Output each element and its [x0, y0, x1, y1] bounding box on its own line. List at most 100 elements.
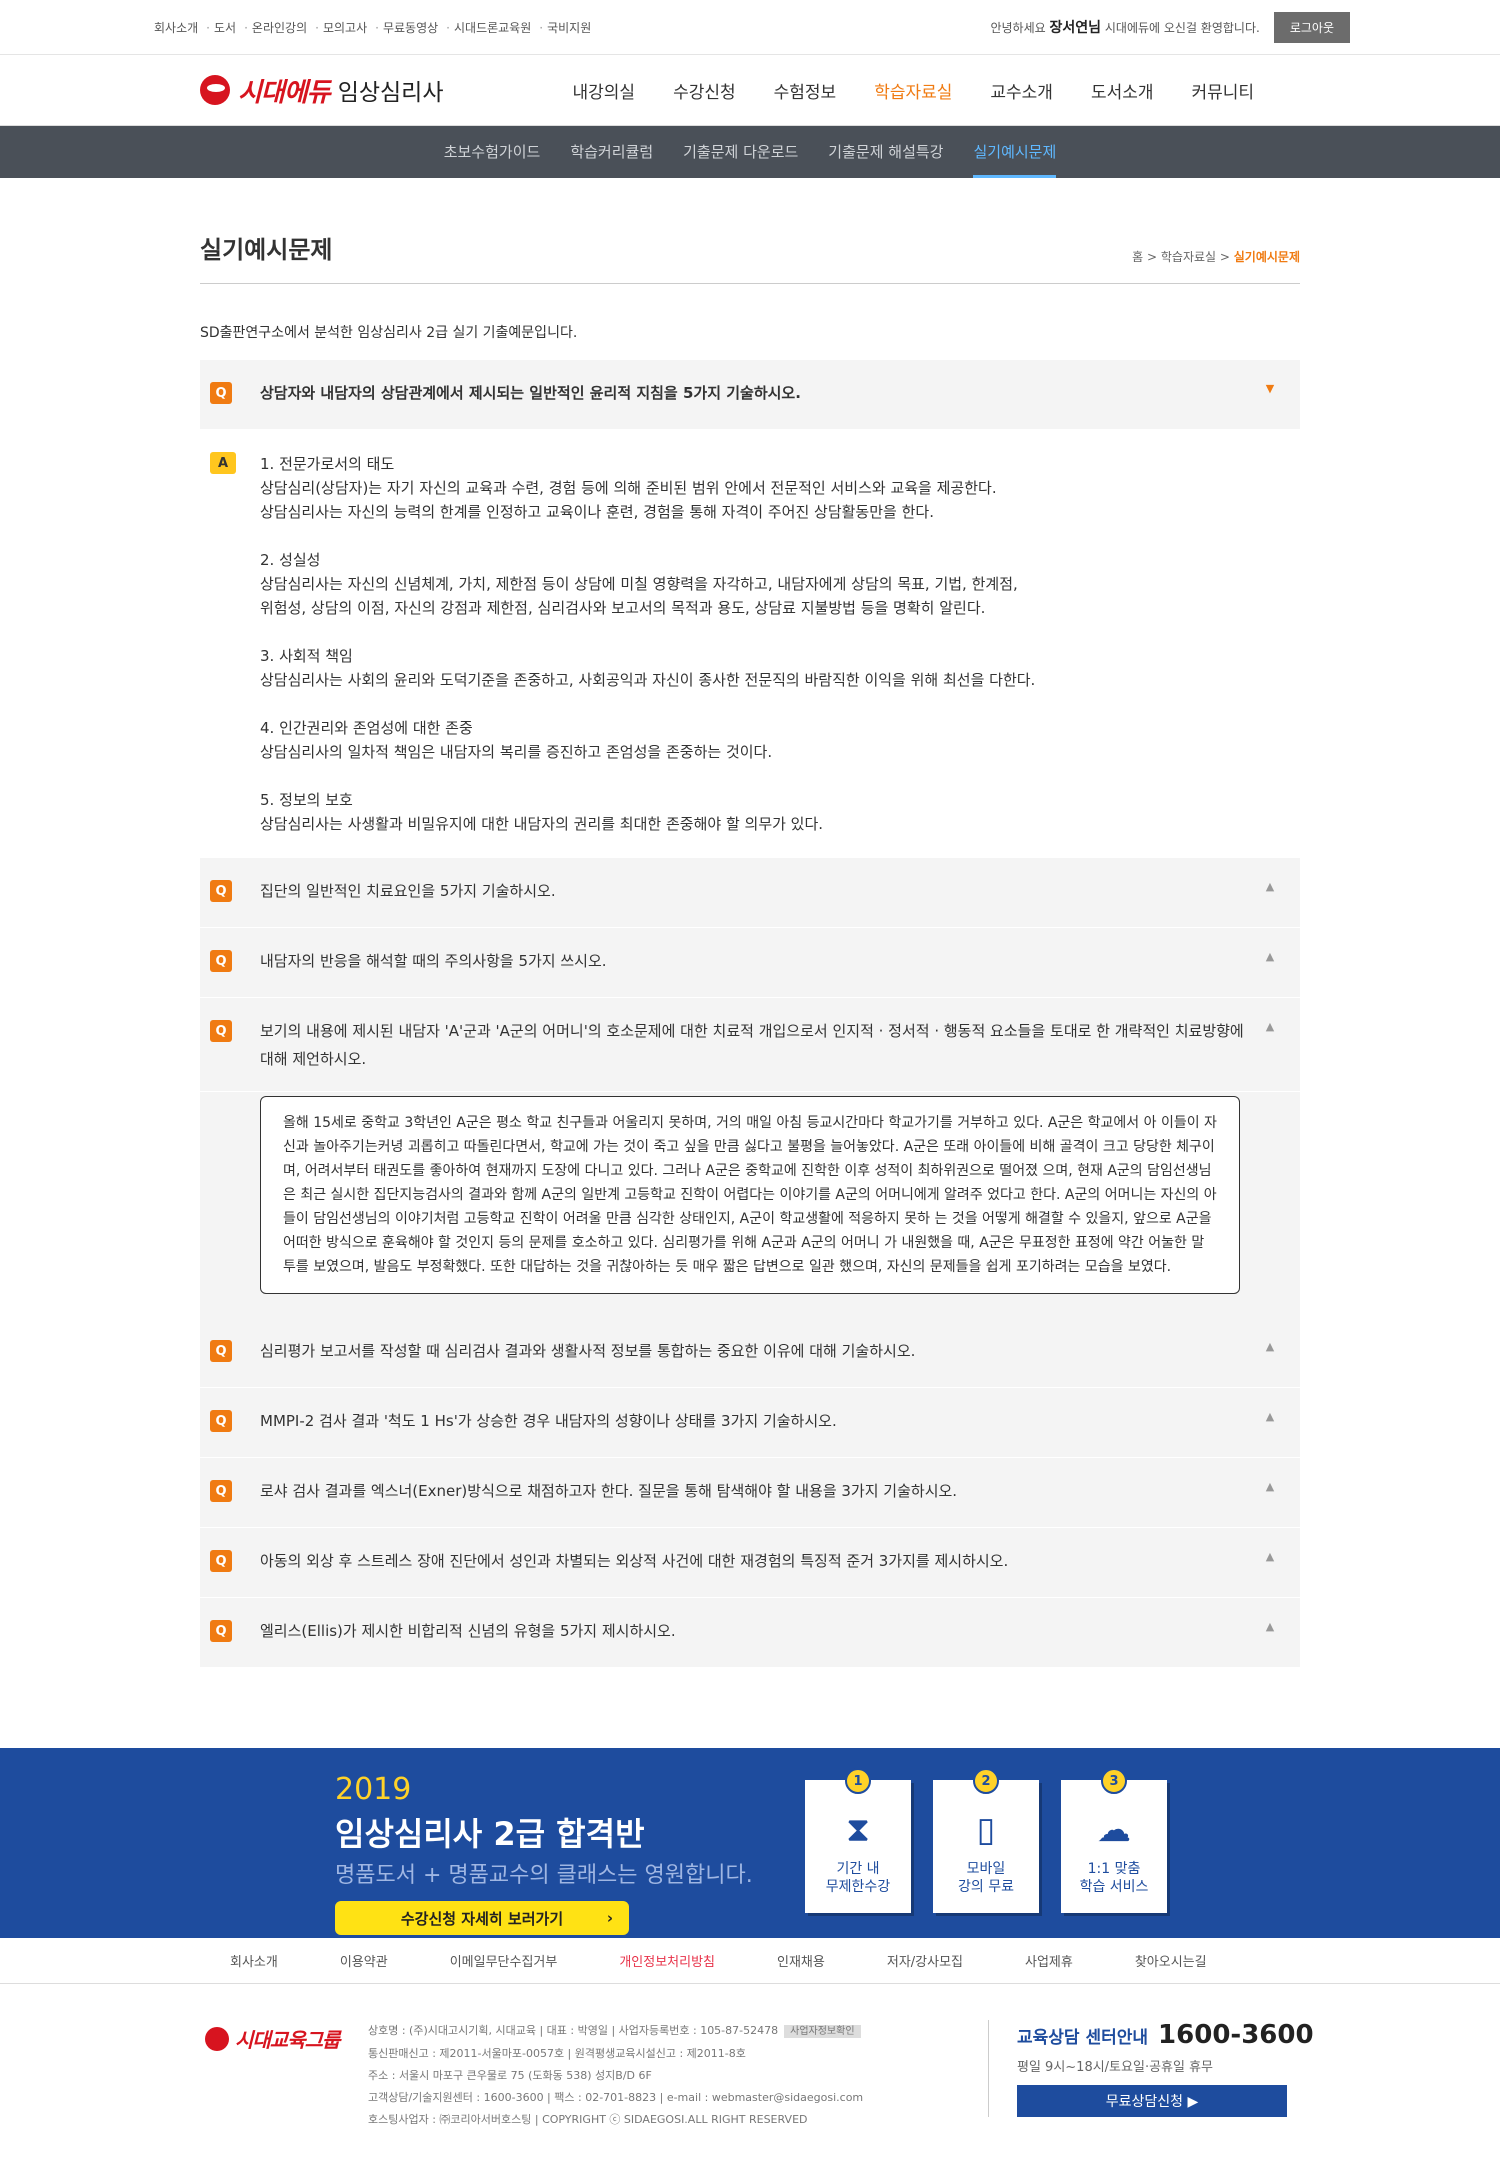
question-badge: Q: [210, 382, 232, 404]
chevron-up-icon: ▲: [1265, 1480, 1275, 1493]
subnav-past-exam-lecture[interactable]: 기출문제 해설특강: [828, 126, 943, 178]
answer-section: 4. 인간권리와 존엄성에 대한 존중 상담심리사의 일차적 책임은 내담자의 …: [260, 716, 1035, 764]
company-info-line: 상호명 : (주)시대고시기획, 시대교육 | 대표 : 박영일 | 사업자등록…: [368, 2024, 779, 2037]
answer-line: 위험성, 상담의 이점, 자신의 강점과 제한점, 심리검사와 보고서의 목적과…: [260, 599, 986, 617]
footer-logo-mark-icon: [205, 2026, 229, 2051]
footer-link-partnership[interactable]: 사업제휴: [1025, 1951, 1073, 1970]
footer-logo-text: 시대교육그룹: [235, 2028, 340, 2052]
breadcrumb-study-materials[interactable]: 학습자료실: [1161, 250, 1216, 264]
question-badge: Q: [210, 1020, 232, 1042]
footer-link-terms[interactable]: 이용약관: [340, 1951, 388, 1970]
benefit-card-service: 3 ☁ 1:1 맞춤 학습 서비스: [1061, 1768, 1167, 1913]
faq-question-9[interactable]: Q 엘리스(Ellis)가 제시한 비합리적 신념의 유형을 5가지 제시하시오…: [200, 1598, 1300, 1668]
util-link-gov-support[interactable]: 국비지원: [535, 19, 595, 36]
util-link-drone[interactable]: 시대드론교육원: [442, 19, 535, 36]
footer-link-directions[interactable]: 찾아오시는길: [1135, 1951, 1207, 1970]
faq-question-4[interactable]: Q 보기의 내용에 제시된 내담자 'A'군과 'A군의 어머니'의 호소문제에…: [200, 998, 1300, 1092]
logo-text: 시대에듀: [238, 77, 331, 108]
biz-info-button[interactable]: 사업자정보확인: [784, 2025, 861, 2038]
company-info-line: 호스팅사업자 : ㈜코리아서버호스팅 | COPYRIGHT ⓒ SIDAEGO…: [368, 2113, 808, 2126]
free-consult-button[interactable]: 무료상담신청 ▶: [1017, 2085, 1287, 2117]
faq-question-6[interactable]: Q MMPI-2 검사 결과 '척도 1 Hs'가 상승한 경우 내담자의 성향…: [200, 1388, 1300, 1458]
question-text: 심리평가 보고서를 작성할 때 심리검사 결과와 생활사적 정보를 통합하는 중…: [260, 1342, 916, 1360]
benefit-label: 기간 내 무제한수강: [825, 1861, 891, 1895]
util-link-free-video[interactable]: 무료동영상: [371, 19, 442, 36]
chevron-right-icon: ›: [606, 1909, 613, 1927]
case-box-wrapper: 올해 15세로 중학교 3학년인 A군은 평소 학교 친구들과 어울리지 못하며…: [200, 1092, 1300, 1318]
question-text: 상담자와 내담자의 상담관계에서 제시되는 일반적인 윤리적 지침을 5가지 기…: [260, 384, 801, 402]
question-badge: Q: [210, 1550, 232, 1572]
banner-year: 2019: [335, 1772, 412, 1807]
footer-link-company[interactable]: 회사소개: [230, 1951, 278, 1970]
answer-section: 2. 성실성 상담심리사는 자신의 신념체계, 가치, 제한점 등이 상담에 미…: [260, 548, 1035, 620]
menu-books[interactable]: 도서소개: [1072, 78, 1173, 103]
logo-mark-icon: [200, 75, 230, 105]
benefit-card-mobile: 2 ▯ 모바일 강의 무료: [933, 1768, 1039, 1913]
logout-button[interactable]: 로그아웃: [1273, 11, 1350, 43]
breadcrumb: 홈 > 학습자료실 > 실기예시문제: [1132, 250, 1300, 264]
faq-question-8[interactable]: Q 아동의 외상 후 스트레스 장애 진단에서 성인과 차별되는 외상적 사건에…: [200, 1528, 1300, 1598]
customer-center: 교육상담 센터안내 1600-3600 평일 9시~18시/토요일·공휴일 휴무 …: [988, 2020, 1314, 2117]
faq-question-3[interactable]: Q 내담자의 반응을 해석할 때의 주의사항을 5가지 쓰시오. ▲: [200, 928, 1300, 998]
question-text: 엘리스(Ellis)가 제시한 비합리적 신념의 유형을 5가지 제시하시오.: [260, 1622, 676, 1640]
menu-enroll[interactable]: 수강신청: [654, 78, 755, 103]
util-link-company[interactable]: 회사소개: [150, 19, 202, 36]
answer-line: 상담심리사는 자신의 능력의 한계를 인정하고 교육이나 훈련, 경험을 통해 …: [260, 503, 934, 521]
greeting-prefix: 안녕하세요: [990, 21, 1046, 35]
breadcrumb-home[interactable]: 홈: [1132, 250, 1143, 264]
chevron-up-icon: ▲: [1265, 1410, 1275, 1423]
chevron-up-icon: ▲: [1265, 1550, 1275, 1563]
subnav-past-exam-download[interactable]: 기출문제 다운로드: [683, 126, 798, 178]
sub-navigation: 초보수험가이드 학습커리큘럼 기출문제 다운로드 기출문제 해설특강 실기예시문…: [0, 126, 1500, 178]
enroll-detail-button[interactable]: 수강신청 자세히 보러가기 ›: [335, 1901, 629, 1935]
menu-study-materials[interactable]: 학습자료실: [855, 78, 971, 103]
company-info: 상호명 : (주)시대고시기획, 시대교육 | 대표 : 박영일 | 사업자등록…: [368, 2020, 863, 2131]
menu-my-classroom[interactable]: 내강의실: [554, 78, 655, 103]
subnav-curriculum[interactable]: 학습커리큘럼: [570, 126, 653, 178]
benefit-label: 1:1 맞춤 학습 서비스: [1079, 1861, 1149, 1895]
company-info-line: 주소 : 서울시 마포구 큰우물로 75 (도화동 538) 성지B/D 6F: [368, 2069, 652, 2082]
question-badge: Q: [210, 880, 232, 902]
util-link-mock-exam[interactable]: 모의고사: [311, 19, 371, 36]
menu-professors[interactable]: 교수소개: [971, 78, 1072, 103]
question-text: 보기의 내용에 제시된 내담자 'A'군과 'A군의 어머니'의 호소문제에 대…: [260, 1022, 1244, 1068]
util-link-online-lecture[interactable]: 온라인강의: [240, 19, 311, 36]
footer-link-recruit[interactable]: 인재채용: [777, 1951, 825, 1970]
answer-line: 상담심리사는 사생활과 비밀유지에 대한 내담자의 권리를 최대한 존중해야 할…: [260, 815, 824, 833]
util-link-books[interactable]: 도서: [202, 19, 240, 36]
faq-question-7[interactable]: Q 로샤 검사 결과를 엑스너(Exner)방식으로 채점하고자 한다. 질문을…: [200, 1458, 1300, 1528]
footer: 시대교육그룹 상호명 : (주)시대고시기획, 시대교육 | 대표 : 박영일 …: [0, 1984, 1500, 2126]
chevron-up-icon: ▲: [1265, 880, 1275, 893]
footer-link-privacy[interactable]: 개인정보처리방침: [619, 1951, 715, 1970]
chevron-down-icon: ▼: [1265, 382, 1275, 395]
subnav-beginner-guide[interactable]: 초보수험가이드: [444, 126, 541, 178]
question-badge: Q: [210, 1480, 232, 1502]
question-badge: Q: [210, 1410, 232, 1432]
faq-question-2[interactable]: Q 집단의 일반적인 치료요인을 5가지 기술하시오. ▲: [200, 858, 1300, 928]
cloud-icon: ☁: [1097, 1810, 1131, 1850]
page-title: 실기예시문제: [200, 236, 333, 264]
faq-question-1[interactable]: Q 상담자와 내담자의 상담관계에서 제시되는 일반적인 윤리적 지침을 5가지…: [200, 360, 1300, 430]
site-logo[interactable]: 시대에듀 임상심리사: [200, 72, 444, 109]
user-greeting: 안녕하세요 장서연님 시대에듀에 오신걸 환영합니다. 로그아웃: [990, 11, 1350, 43]
footer-link-email-policy[interactable]: 이메일무단수집거부: [450, 1951, 558, 1970]
footer-link-authors[interactable]: 저자/강사모집: [887, 1951, 963, 1970]
question-text: MMPI-2 검사 결과 '척도 1 Hs'가 상승한 경우 내담자의 성향이나…: [260, 1412, 837, 1430]
subnav-practical-examples[interactable]: 실기예시문제: [973, 126, 1056, 178]
logo-subtitle: 임상심리사: [337, 80, 444, 106]
faq-question-5[interactable]: Q 심리평가 보고서를 작성할 때 심리검사 결과와 생활사적 정보를 통합하는…: [200, 1318, 1300, 1388]
menu-exam-info[interactable]: 수험정보: [755, 78, 856, 103]
cs-phone: 1600-3600: [1158, 2020, 1314, 2050]
question-text: 아동의 외상 후 스트레스 장애 진단에서 성인과 차별되는 외상적 사건에 대…: [260, 1552, 1009, 1570]
answer-badge: A: [210, 452, 236, 474]
answer-heading: 3. 사회적 책임: [260, 647, 353, 665]
answer-line: 상담심리사의 일차적 책임은 내담자의 복리를 증진하고 존엄성을 존중하는 것…: [260, 743, 773, 761]
case-line: 했으며, 자신의 문제들을 쉽게 포기하려는 모습을 보였다.: [839, 1259, 1172, 1275]
benefit-number: 3: [1101, 1768, 1127, 1794]
answer-line: 상담심리사는 사회의 윤리와 도덕기준을 존중하고, 사회공익과 자신이 종사한…: [260, 671, 1036, 689]
chevron-up-icon: ▲: [1265, 1340, 1275, 1353]
footer-logo: 시대교육그룹: [205, 2024, 340, 2053]
answer-section: 5. 정보의 보호 상담심리사는 사생활과 비밀유지에 대한 내담자의 권리를 …: [260, 788, 1035, 836]
menu-community[interactable]: 커뮤니티: [1173, 78, 1274, 103]
question-text: 로샤 검사 결과를 엑스너(Exner)방식으로 채점하고자 한다. 질문을 통…: [260, 1482, 958, 1500]
